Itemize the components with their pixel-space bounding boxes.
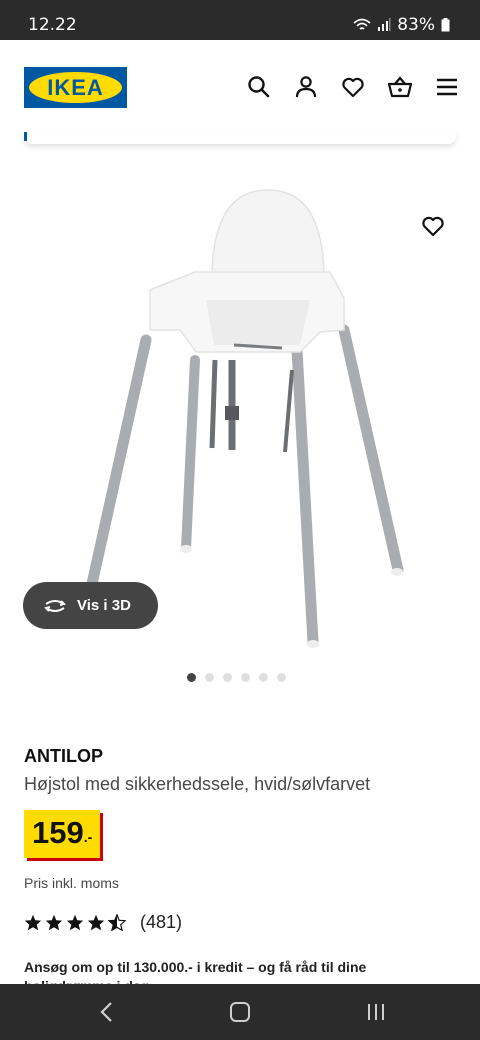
battery-percent: 83% [397,15,435,35]
gallery-dot[interactable] [277,673,286,682]
status-time: 12.22 [28,15,77,35]
recent-apps-icon[interactable] [366,1003,386,1021]
search-bar-edge[interactable] [24,132,456,144]
vat-note: Pris inkl. moms [24,875,119,891]
star-icon [45,914,63,931]
gallery-dot[interactable] [205,673,214,682]
back-icon[interactable] [97,1001,117,1023]
gallery-dot-active[interactable] [187,673,196,682]
site-header: IKEA [0,40,480,135]
product-name: ANTILOP [24,746,103,766]
rotate-3d-icon [44,599,66,612]
heart-icon[interactable] [340,74,366,100]
gallery-dot[interactable] [241,673,250,682]
ikea-logo[interactable]: IKEA [24,67,127,108]
signal-icon [378,18,391,31]
half-star-icon [108,914,126,931]
rating-stars [24,914,126,931]
wifi-icon [353,18,371,30]
status-indicators: 83% [353,15,450,35]
price-integer: 159 [32,815,84,850]
home-icon[interactable] [230,1002,250,1022]
star-icon [87,914,105,931]
star-icon [24,914,42,931]
gallery-dot[interactable] [259,673,268,682]
star-icon [66,914,84,931]
battery-icon [441,18,450,32]
product-description: Højstol med sikkerhedssele, hvid/sølvfar… [24,774,371,794]
view-3d-button[interactable]: Vis i 3D [23,582,158,629]
rating-count: (481) [140,912,183,932]
basket-icon[interactable] [387,74,413,100]
rating[interactable]: (481) [24,912,182,933]
search-bar-accent [24,132,27,141]
status-bar: 12.22 83% [0,0,480,40]
view-3d-label: Vis i 3D [77,597,131,614]
gallery-pagination [187,673,286,682]
credit-offer-text[interactable]: Ansøg om op til 130.000.- i kredit – og … [24,958,444,977]
menu-icon[interactable] [434,74,460,100]
price-tag: 159 .- [24,810,101,858]
header-actions [246,74,460,100]
navigation-bar [0,984,480,1040]
gallery-dot[interactable] [223,673,232,682]
favourite-icon[interactable] [420,213,446,239]
price-decimal: .- [83,829,93,845]
search-icon[interactable] [246,74,272,100]
user-icon[interactable] [293,74,319,100]
logo-text: IKEA [47,75,104,100]
